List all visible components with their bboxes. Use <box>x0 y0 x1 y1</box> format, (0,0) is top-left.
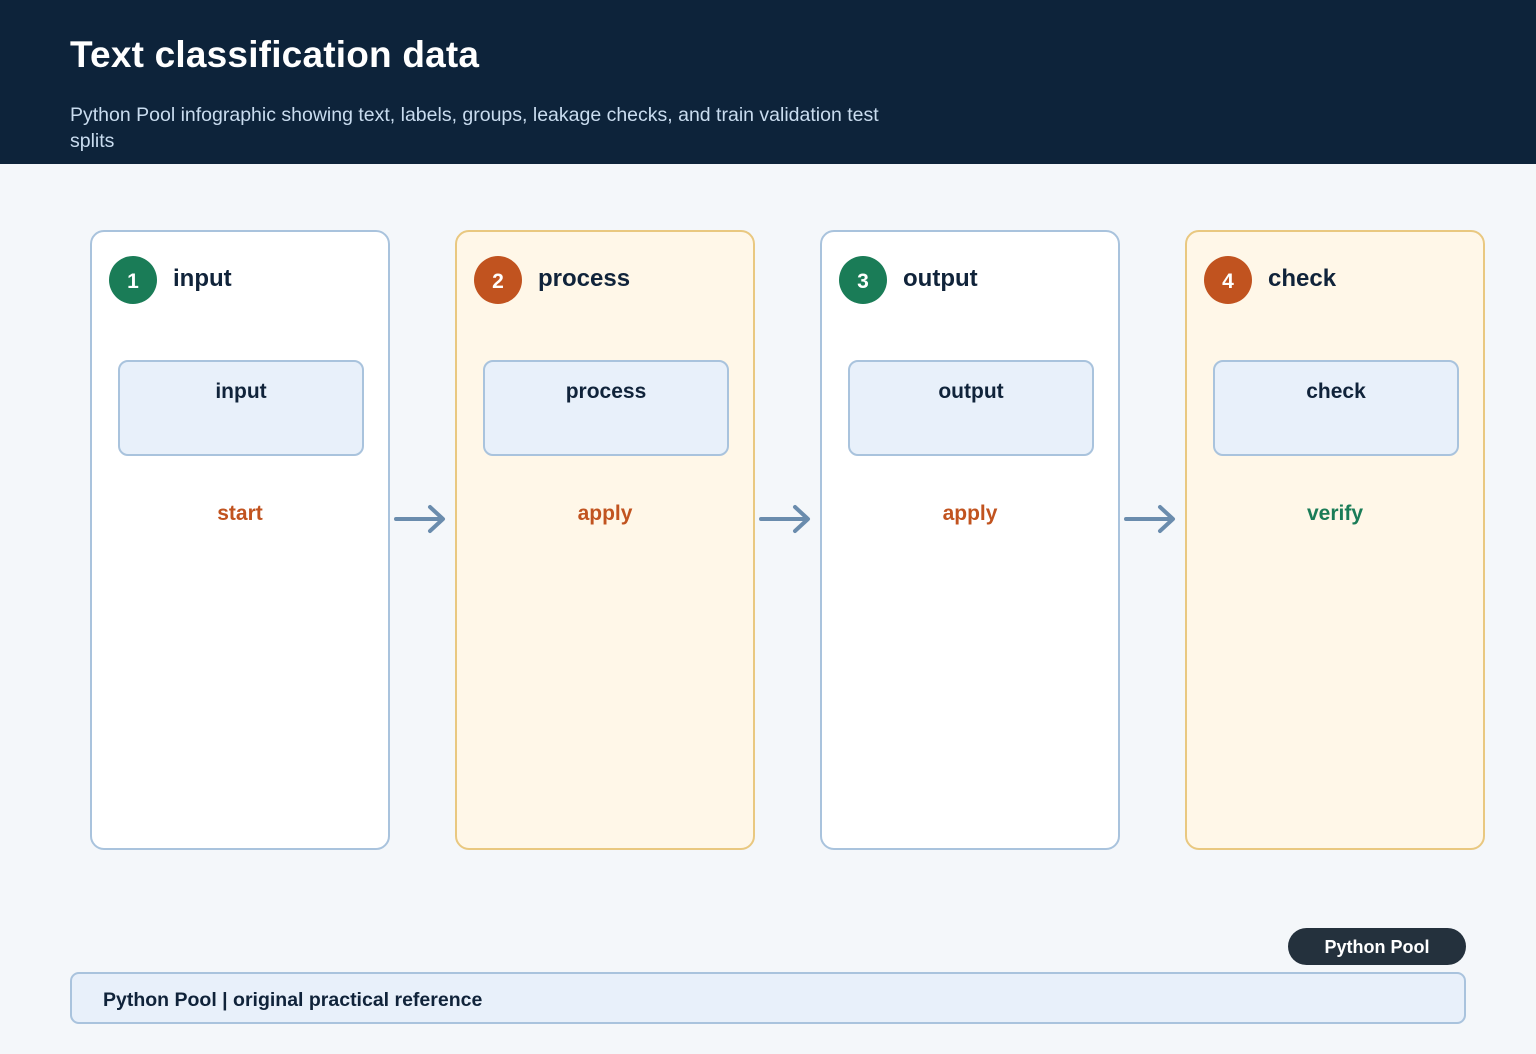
step-inner-label: check <box>1306 380 1366 403</box>
step-number-badge: 2 <box>474 256 522 304</box>
step-inner-label: output <box>938 380 1004 403</box>
step-card-check: 4 check check verify <box>1185 230 1485 850</box>
step-number-badge: 1 <box>109 256 157 304</box>
brand-pill: Python Pool <box>1288 928 1466 965</box>
footer-bar: Python Pool | original practical referen… <box>70 972 1466 1024</box>
step-number-badge: 4 <box>1204 256 1252 304</box>
step-card-output: 3 output output apply <box>820 230 1120 850</box>
header: Text classification data Python Pool inf… <box>0 0 1536 164</box>
step-inner-box: output <box>848 360 1094 456</box>
step-inner-label: input <box>215 380 267 403</box>
page-subtitle: Python Pool infographic showing text, la… <box>70 104 879 152</box>
arrow-right-icon <box>394 505 445 533</box>
step-action: apply <box>942 502 998 525</box>
footer-text: Python Pool | original practical referen… <box>103 989 483 1011</box>
arrow-right-icon <box>759 505 810 533</box>
step-action: start <box>217 502 263 525</box>
step-card-process: 2 process process apply <box>455 230 755 850</box>
step-title: process <box>538 265 631 292</box>
step-number-badge: 3 <box>839 256 887 304</box>
step-inner-box: process <box>483 360 729 456</box>
step-inner-box: check <box>1213 360 1459 456</box>
page-title: Text classification data <box>70 34 480 75</box>
step-card-input: 1 input input start <box>90 230 390 850</box>
step-title: output <box>903 265 978 292</box>
step-action: apply <box>577 502 633 525</box>
step-title: check <box>1268 265 1337 292</box>
step-inner-box: input <box>118 360 364 456</box>
step-action: verify <box>1306 502 1364 525</box>
arrow-right-icon <box>1124 505 1175 533</box>
step-inner-label: process <box>565 380 647 403</box>
step-title: input <box>173 265 232 292</box>
